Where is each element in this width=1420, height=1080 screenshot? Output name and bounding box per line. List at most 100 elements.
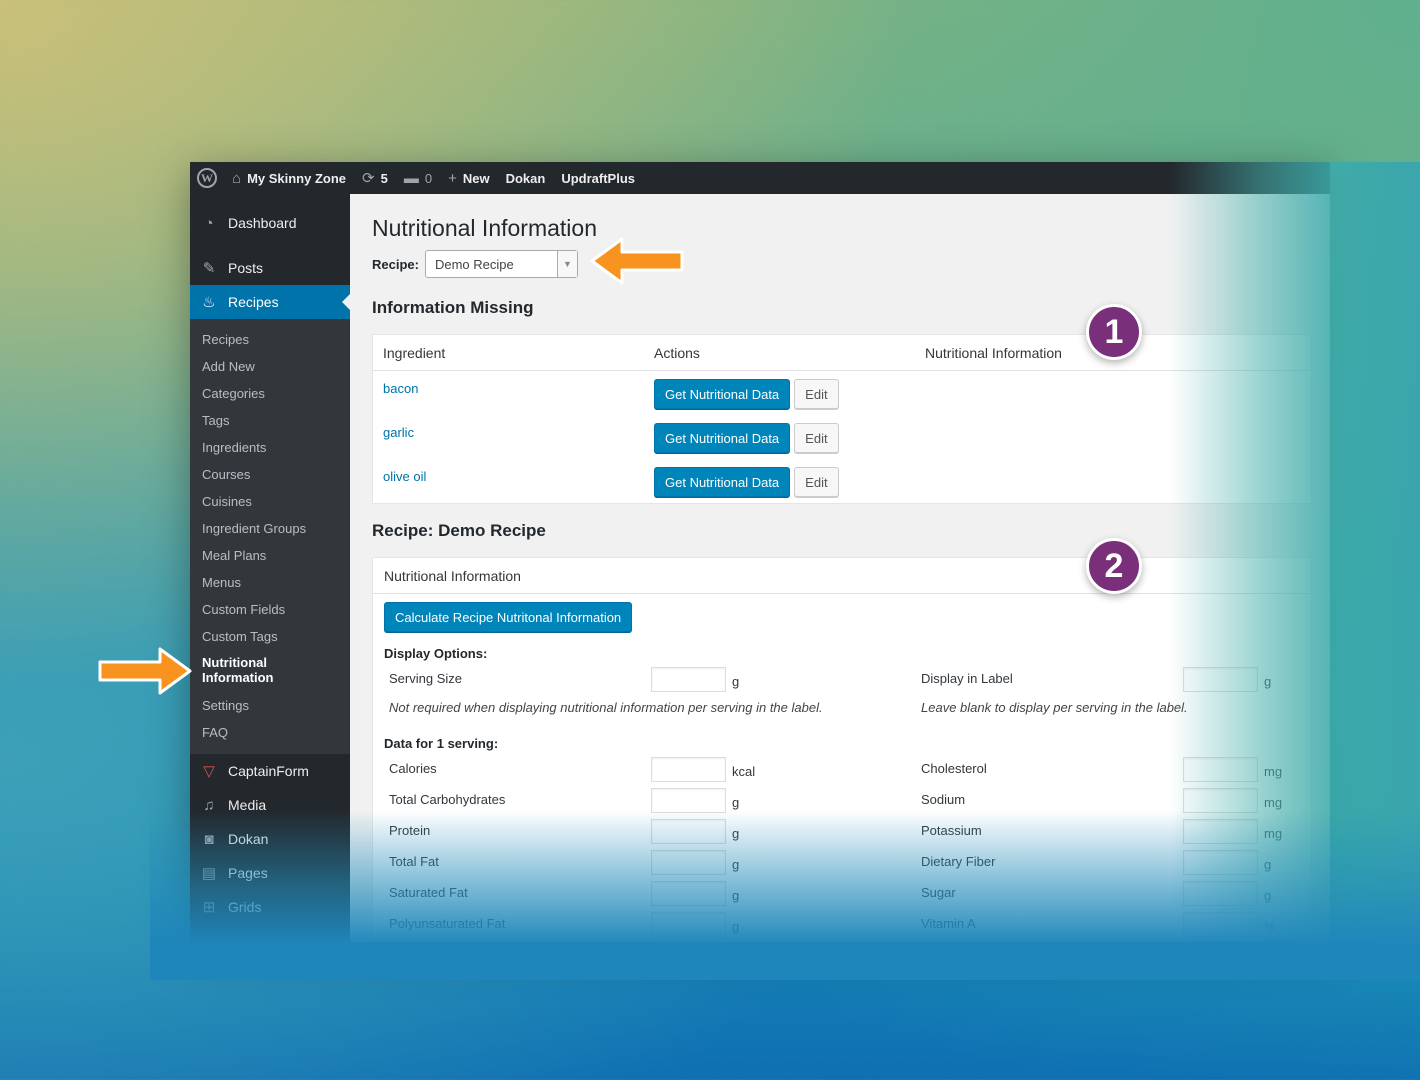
recipe-selector-row: Recipe: Demo Recipe ▼	[372, 250, 1312, 278]
wordpress-logo-menu[interactable]: W	[190, 162, 224, 194]
display-in-label-label: Display in Label	[921, 671, 1013, 686]
menu-captainform[interactable]: ▽ CaptainForm	[190, 754, 350, 788]
ingredient-link[interactable]: olive oil	[373, 467, 644, 484]
column-actions: Actions	[654, 344, 700, 361]
menu-label: Grids	[228, 899, 262, 915]
submenu-add-new[interactable]: Add New	[190, 353, 350, 380]
updraftplus-link[interactable]: UpdraftPlus	[553, 162, 643, 194]
site-name-link[interactable]: ⌂ My Skinny Zone	[224, 162, 354, 194]
menu-grids[interactable]: ⊞ Grids	[190, 890, 350, 924]
table-row: garlic Get Nutritional Data Edit	[373, 415, 1311, 459]
unit-label: kcal	[732, 764, 756, 779]
pin-icon: ✎	[202, 260, 216, 277]
unit-label: g	[732, 888, 740, 903]
menu-media[interactable]: ♫ Media	[190, 788, 350, 822]
edit-button[interactable]: Edit	[794, 467, 839, 497]
nutrient-input[interactable]	[651, 850, 726, 875]
get-nutritional-data-button[interactable]: Get Nutritional Data	[654, 467, 791, 497]
nutrient-label: Total Carbohydrates	[389, 792, 506, 807]
unit-label: mg	[1264, 826, 1283, 841]
nutrient-input[interactable]	[651, 788, 726, 813]
updates-link[interactable]: ⟳ 5	[354, 162, 396, 194]
callout-badge-2: 2	[1086, 538, 1142, 594]
wordpress-icon: W	[197, 168, 217, 188]
calculate-nutrition-button[interactable]: Calculate Recipe Nutritonal Information	[384, 602, 633, 632]
menu-label: Media	[228, 797, 267, 813]
box-title: Nutritional Information	[373, 558, 1311, 594]
submenu-meal-plans[interactable]: Meal Plans	[190, 542, 350, 569]
submenu-nutritional-information[interactable]: Nutritional Information	[190, 650, 350, 692]
menu-recipes[interactable]: ♨ Recipes	[190, 285, 350, 319]
nutrient-input[interactable]	[651, 881, 726, 906]
edit-button[interactable]: Edit	[794, 423, 839, 453]
comments-link[interactable]: ▬ 0	[396, 162, 440, 194]
submenu-faq[interactable]: FAQ	[190, 719, 350, 746]
menu-label: Dokan	[228, 831, 269, 847]
arrow-right-icon	[98, 647, 192, 695]
recipe-label: Recipe:	[372, 256, 419, 272]
submenu-courses[interactable]: Courses	[190, 461, 350, 488]
submenu-custom-fields[interactable]: Custom Fields	[190, 596, 350, 623]
display-label-note: Leave blank to display per serving in th…	[921, 700, 1188, 715]
recipe-heading: Recipe: Demo Recipe	[372, 521, 546, 540]
nutrient-input[interactable]	[651, 912, 726, 937]
nutrient-input[interactable]	[1183, 912, 1258, 937]
submenu-categories[interactable]: Categories	[190, 380, 350, 407]
unit-label: g	[732, 826, 740, 841]
nutrient-input[interactable]	[651, 819, 726, 844]
main-content: Nutritional Information Recipe: Demo Rec…	[372, 194, 1312, 942]
media-icon: ♫	[203, 796, 215, 814]
recipe-nutrition-box: Nutritional Information Calculate Recipe…	[372, 557, 1312, 942]
unit-label: %	[1264, 919, 1276, 934]
serving-size-input[interactable]	[651, 667, 726, 692]
data-per-serving-heading: Data for 1 serving:	[384, 736, 499, 751]
menu-posts[interactable]: ✎ Posts	[190, 251, 350, 285]
nutrient-label: Sugar	[921, 885, 956, 900]
ingredient-link[interactable]: bacon	[373, 379, 644, 396]
nutrient-input[interactable]	[1183, 850, 1258, 875]
nutrient-label: Sodium	[921, 792, 966, 807]
submenu-recipes[interactable]: Recipes	[190, 326, 350, 353]
submenu-menus[interactable]: Menus	[190, 569, 350, 596]
get-nutritional-data-button[interactable]: Get Nutritional Data	[654, 379, 791, 409]
chevron-down-icon: ▼	[556, 251, 577, 277]
menu-label: Posts	[228, 260, 264, 276]
unit-label: g	[732, 795, 740, 810]
nutrient-input[interactable]	[1183, 757, 1258, 782]
admin-sidebar: ◔ Dashboard ✎ Posts ♨ Recipes Recipes Ad…	[190, 194, 350, 942]
serving-size-label: Serving Size	[389, 671, 462, 686]
dashboard-icon: ◔	[204, 214, 214, 232]
edit-button[interactable]: Edit	[794, 379, 839, 409]
menu-pages[interactable]: ▤ Pages	[190, 856, 350, 890]
submenu-ingredient-groups[interactable]: Ingredient Groups	[190, 515, 350, 542]
unit-label: mg	[1264, 795, 1283, 810]
browser-window: W ⌂ My Skinny Zone ⟳ 5 ▬ 0 + New Dokan U…	[190, 162, 1330, 942]
recipe-select[interactable]: Demo Recipe ▼	[424, 250, 578, 278]
get-nutritional-data-button[interactable]: Get Nutritional Data	[654, 423, 791, 453]
table-header: Ingredient Actions Nutritional Informati…	[373, 335, 1311, 371]
nutrient-input[interactable]	[1183, 819, 1258, 844]
grid-icon: ⊞	[202, 899, 216, 916]
display-in-label-input[interactable]	[1183, 667, 1258, 692]
nutrient-input[interactable]	[1183, 788, 1258, 813]
submenu-ingredients[interactable]: Ingredients	[190, 434, 350, 461]
menu-dashboard[interactable]: ◔ Dashboard	[190, 206, 350, 240]
unit-label: g	[1264, 674, 1272, 689]
new-content-link[interactable]: + New	[440, 162, 498, 194]
nutrient-input[interactable]	[1183, 881, 1258, 906]
submenu-cuisines[interactable]: Cuisines	[190, 488, 350, 515]
serving-size-note: Not required when displaying nutritional…	[389, 700, 823, 715]
display-options-grid: Serving Size g Display in Label g Not re…	[384, 667, 1300, 722]
submenu-settings[interactable]: Settings	[190, 692, 350, 719]
ingredient-link[interactable]: garlic	[373, 423, 644, 440]
nutrient-input[interactable]	[651, 757, 726, 782]
menu-dokan[interactable]: ◙ Dokan	[190, 822, 350, 856]
submenu-custom-tags[interactable]: Custom Tags	[190, 623, 350, 650]
nutrient-label: Vitamin A	[921, 916, 976, 931]
captainform-icon: ▽	[203, 763, 215, 780]
nutrient-label: Dietary Fiber	[921, 854, 996, 869]
nutrient-label: Polyunsaturated Fat	[389, 916, 506, 931]
comments-count: 0	[424, 170, 433, 186]
submenu-tags[interactable]: Tags	[190, 407, 350, 434]
dokan-link[interactable]: Dokan	[498, 162, 554, 194]
